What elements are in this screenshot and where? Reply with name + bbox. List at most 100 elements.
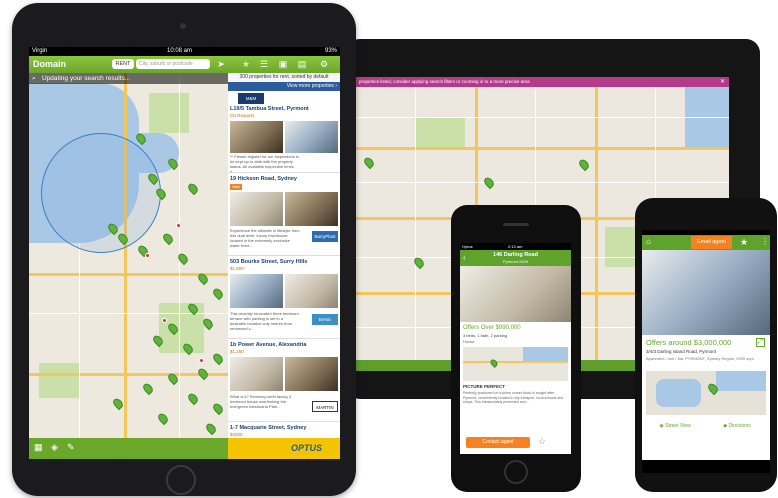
map-road xyxy=(355,147,729,150)
map-street xyxy=(29,313,228,314)
status-bar: Optus 2:13 am xyxy=(460,243,571,250)
property-features: 3 beds, 1 bath, 2 parking xyxy=(463,333,508,338)
tablet-device: Virgin 10:08 am 93% Domain RENT City, su… xyxy=(12,3,356,496)
map-road xyxy=(463,361,568,363)
gear-icon[interactable]: ⚙ xyxy=(318,59,330,70)
map-marker-icon[interactable] xyxy=(186,391,200,406)
cluster-marker-icon[interactable] xyxy=(199,358,204,363)
home-button[interactable] xyxy=(166,465,196,495)
pen-icon[interactable]: ✎ xyxy=(67,442,75,453)
agency-logo: MARTIN xyxy=(312,401,338,412)
map-marker-icon[interactable] xyxy=(141,381,155,396)
list-item[interactable]: M&M L19/5 Tambua Street, Pyrmont On Requ… xyxy=(228,91,340,174)
view-more-link[interactable]: View more properties › xyxy=(228,82,340,91)
directions-label: Directions xyxy=(728,423,751,429)
listing-description: What is it? Stunning north facing 3 bedr… xyxy=(230,394,291,409)
map-marker-icon[interactable] xyxy=(362,155,376,170)
listing-type-select[interactable]: RENT xyxy=(112,59,134,69)
map-water xyxy=(656,379,701,407)
cluster-marker-icon[interactable] xyxy=(162,318,167,323)
listing-title: 19 Hickson Road, Sydney xyxy=(230,176,297,182)
map-marker-icon[interactable] xyxy=(482,175,496,190)
app-logo: Domain xyxy=(33,59,67,69)
list-item[interactable]: 1-7 Macquarie Street, Sydney $2000 xyxy=(228,421,340,439)
speaker xyxy=(503,223,529,226)
list-item[interactable]: 503 Bourke Street, Surry Hills $1,800 Th… xyxy=(228,255,340,337)
map-marker-icon[interactable] xyxy=(196,366,210,381)
listing-photo xyxy=(230,121,283,153)
property-description: Perfectly positioned on a prime corner b… xyxy=(463,391,564,404)
directions-button[interactable]: ◆ Directions xyxy=(708,419,766,433)
listing-description: This recently renovated three bedroom te… xyxy=(230,311,299,331)
list-icon[interactable]: ☰ xyxy=(258,59,270,70)
overflow-menu-icon[interactable]: ⋮ xyxy=(761,237,769,246)
close-icon[interactable]: ✕ xyxy=(720,78,725,85)
listing-photo xyxy=(230,192,283,226)
property-price: Offers Over $990,000 xyxy=(463,325,521,331)
street-view-button[interactable]: ◉ Street View xyxy=(646,419,704,433)
list-item[interactable]: 19 Hickson Road, Sydney New Experience t… xyxy=(228,172,340,254)
map-marker-icon[interactable] xyxy=(211,286,225,301)
property-suburb: Pyrmont 2009 xyxy=(503,259,528,264)
listing-description: Experience the ultimate in lifestyle fro… xyxy=(230,228,300,248)
property-photo[interactable] xyxy=(460,266,571,322)
map-marker-icon[interactable] xyxy=(204,421,218,436)
star-icon[interactable]: ★ xyxy=(240,59,252,70)
map-water xyxy=(523,347,568,361)
listing-photo xyxy=(285,357,338,391)
map-marker-icon[interactable] xyxy=(111,396,125,411)
listing-photo xyxy=(285,121,338,153)
map-marker-icon[interactable] xyxy=(577,157,591,172)
star-icon[interactable]: ★ xyxy=(740,237,748,248)
status-time: 10:08 am xyxy=(167,48,193,54)
layers-icon[interactable]: ◈ xyxy=(51,442,58,453)
status-bar: Virgin 10:08 am 93% xyxy=(29,47,340,56)
section-title: PICTURE PERFECT xyxy=(463,384,506,389)
map-marker-icon xyxy=(489,358,499,368)
property-title: 146 Darling Road xyxy=(493,252,538,258)
map-marker-icon[interactable] xyxy=(156,411,170,426)
property-photo[interactable] xyxy=(642,250,770,335)
map-marker-icon[interactable] xyxy=(211,351,225,366)
contact-agent-button[interactable]: Contact agent xyxy=(466,437,530,448)
expand-icon[interactable]: ⤢ xyxy=(756,338,765,347)
keyboard-icon[interactable]: ▦ xyxy=(34,442,43,453)
carrier-label: Optus xyxy=(462,244,473,249)
map-marker-icon[interactable] xyxy=(186,181,200,196)
star-icon[interactable]: ☆ xyxy=(538,436,546,447)
listing-photo xyxy=(285,192,338,226)
tablet-screen: Virgin 10:08 am 93% Domain RENT City, su… xyxy=(29,47,340,459)
app-toolbar: Domain RENT City, suburb or postcode ➤ ★… xyxy=(29,56,340,73)
email-agent-button[interactable]: Email agent xyxy=(691,236,732,249)
search-map[interactable] xyxy=(29,73,228,438)
map-park xyxy=(39,363,79,398)
mini-map[interactable] xyxy=(646,371,766,415)
search-input[interactable]: City, suburb or postcode xyxy=(136,59,210,69)
map-marker-icon[interactable] xyxy=(211,401,225,416)
save-icon[interactable]: ▤ xyxy=(296,59,308,70)
cluster-marker-icon[interactable] xyxy=(145,253,150,258)
detail-header: ⌂ Email agent ★ ⋮ xyxy=(642,235,770,250)
agency-logo: BarryPlant xyxy=(312,231,338,242)
updating-banner: ⌕ Updating your search results... xyxy=(29,73,228,84)
status-time: 2:13 am xyxy=(508,244,523,249)
sponsor-banner[interactable]: OPTUS xyxy=(228,438,340,459)
location-arrow-icon[interactable]: ➤ xyxy=(215,59,227,70)
app-logo-icon[interactable]: ⌂ xyxy=(646,237,651,246)
results-list[interactable]: 200 properties for rent, sorted by defau… xyxy=(228,73,340,459)
listing-title: 503 Bourke Street, Surry Hills xyxy=(230,259,308,265)
street-view-label: Street View xyxy=(665,423,691,429)
list-item[interactable]: 1b Power Avenue, Alexandria $1,250 What … xyxy=(228,338,340,420)
property-address: 3/4/3 Darling Island Road, Pyrmont xyxy=(646,349,717,354)
search-icon: ⌕ xyxy=(32,75,36,82)
results-summary: 200 properties for rent, sorted by defau… xyxy=(228,73,340,82)
home-button[interactable] xyxy=(504,460,528,484)
map-marker-icon[interactable] xyxy=(161,231,175,246)
cluster-marker-icon[interactable] xyxy=(176,223,181,228)
carrier-label: Virgin xyxy=(32,48,48,54)
property-type: House xyxy=(463,339,475,344)
gallery-icon[interactable]: ▣ xyxy=(277,59,289,70)
mini-map[interactable] xyxy=(463,347,568,381)
listing-title: 1-7 Macquarie Street, Sydney xyxy=(230,425,307,431)
listing-photo xyxy=(285,274,338,308)
